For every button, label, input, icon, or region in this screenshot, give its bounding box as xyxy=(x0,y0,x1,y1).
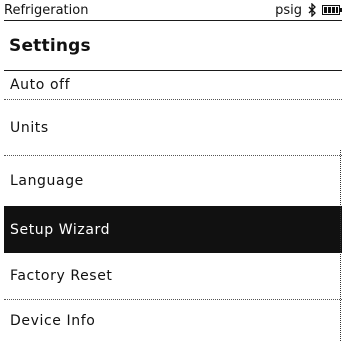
mode-label: Refrigeration xyxy=(4,2,89,18)
battery-icon xyxy=(322,5,342,15)
status-bar: Refrigeration psig xyxy=(4,0,342,21)
menu-item-language[interactable]: Language xyxy=(4,156,342,206)
pressure-unit-label: psig xyxy=(275,2,302,18)
status-indicators: psig xyxy=(275,3,342,18)
settings-menu: Auto off Units Language Setup Wizard Fac… xyxy=(4,70,342,342)
bluetooth-icon xyxy=(308,3,316,17)
menu-item-auto-off[interactable]: Auto off xyxy=(4,71,342,99)
menu-item-label: Setup Wizard xyxy=(10,221,111,238)
menu-item-factory-reset[interactable]: Factory Reset xyxy=(4,253,342,299)
page-title: Settings xyxy=(9,36,91,56)
scrollbar-track[interactable] xyxy=(340,150,341,341)
menu-item-label: Language xyxy=(10,173,84,189)
menu-item-device-info[interactable]: Device Info xyxy=(4,300,342,342)
menu-item-label: Units xyxy=(10,119,49,136)
menu-item-label: Device Info xyxy=(10,313,96,329)
menu-item-label: Factory Reset xyxy=(10,268,113,284)
menu-item-label: Auto off xyxy=(10,77,71,93)
menu-item-setup-wizard[interactable]: Setup Wizard xyxy=(4,206,342,253)
menu-item-units[interactable]: Units xyxy=(4,100,342,155)
